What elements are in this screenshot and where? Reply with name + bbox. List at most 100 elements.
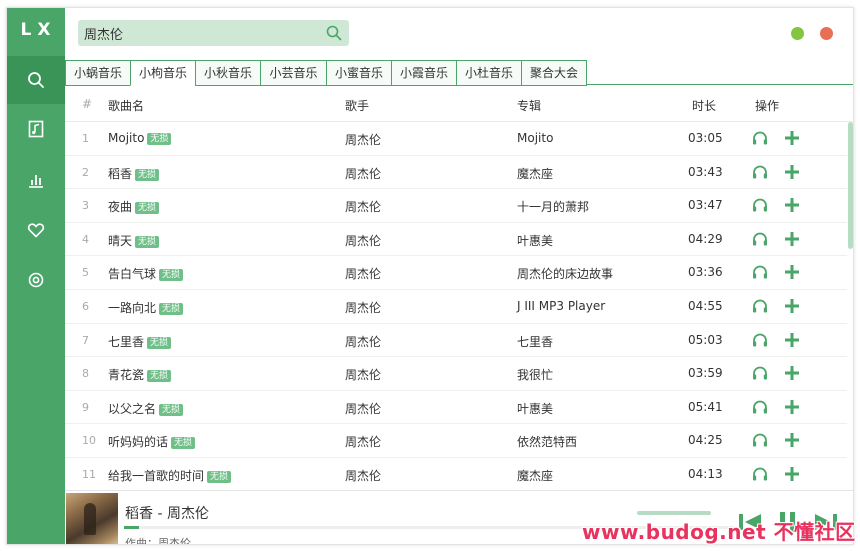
song-name: 一路向北 [108, 301, 157, 315]
headphones-icon[interactable] [751, 398, 769, 416]
tab-source-7[interactable]: 小杜音乐 [456, 60, 521, 86]
search-input[interactable] [82, 20, 318, 46]
volume-slider[interactable] [637, 511, 711, 515]
add-to-playlist-icon[interactable] [783, 129, 801, 147]
headphones-icon[interactable] [751, 163, 769, 181]
artist-name[interactable]: 周杰伦 [345, 366, 381, 383]
headphones-icon[interactable] [751, 364, 769, 382]
gear-icon [28, 272, 44, 288]
song-name: 以父之名 [108, 401, 157, 416]
sidebar-item-favorites[interactable] [7, 206, 65, 254]
song-list: 1 Mojito 无损 周杰伦 Mojito 03:05 2 稻香 无损 周杰伦 魔杰座 03:43 3… [65, 122, 847, 490]
artist-name[interactable]: 周杰伦 [345, 467, 381, 484]
table-row[interactable]: 4 晴天 无损 周杰伦 叶惠美 04:29 [65, 222, 847, 257]
headphones-icon[interactable] [751, 431, 769, 449]
artist-name[interactable]: 周杰伦 [345, 198, 381, 215]
table-row[interactable]: 9 以父之名 无损 周杰伦 叶惠美 05:41 [65, 391, 847, 425]
minimize-button[interactable] [791, 27, 804, 40]
album-name[interactable]: 魔杰座 [517, 467, 553, 484]
add-to-playlist-icon[interactable] [783, 398, 801, 416]
artist-name[interactable]: 周杰伦 [345, 433, 381, 450]
headphones-icon[interactable] [751, 465, 769, 483]
add-to-playlist-icon[interactable] [783, 465, 801, 483]
artist-name[interactable]: 周杰伦 [345, 333, 381, 350]
album-name[interactable]: 我很忙 [517, 366, 553, 383]
album-name[interactable]: Mojito [517, 131, 553, 145]
watermark: www.budog.net 不懂社区 [582, 520, 856, 544]
headphones-icon[interactable] [751, 196, 769, 214]
tab-source-8[interactable]: 聚合大会 [521, 60, 587, 86]
table-row[interactable]: 7 七里香 无损 周杰伦 七里香 05:03 [65, 324, 847, 358]
table-row[interactable]: 6 一路向北 无损 周杰伦 J III MP3 Player 04:55 [65, 290, 847, 324]
table-row[interactable]: 5 告白气球 无损 周杰伦 周杰伦的床边故事 03:36 [65, 256, 847, 290]
add-to-playlist-icon[interactable] [783, 297, 801, 315]
scrollbar-thumb[interactable] [848, 122, 853, 249]
search-button[interactable] [325, 24, 343, 42]
artist-name[interactable]: 周杰伦 [345, 232, 381, 249]
progress-fill [124, 526, 140, 529]
tab-source-6[interactable]: 小霞音乐 [391, 60, 456, 86]
table-row[interactable]: 2 稻香 无损 周杰伦 魔杰座 03:43 [65, 155, 847, 190]
artist-name[interactable]: 周杰伦 [345, 131, 381, 148]
album-name[interactable]: 周杰伦的床边故事 [517, 265, 613, 282]
add-to-playlist-icon[interactable] [783, 431, 801, 449]
lossless-badge: 无损 [207, 471, 232, 483]
lossless-badge: 无损 [135, 235, 160, 248]
tab-source-4[interactable]: 小芸音乐 [260, 60, 326, 86]
row-number: 5 [82, 266, 89, 280]
artist-name[interactable]: 周杰伦 [345, 299, 381, 316]
sidebar-item-charts[interactable] [7, 156, 65, 204]
album-name[interactable]: J III MP3 Player [517, 299, 605, 313]
album-name[interactable]: 叶惠美 [517, 232, 553, 249]
artist-name[interactable]: 周杰伦 [345, 265, 381, 282]
album-name[interactable]: 十一月的萧邦 [517, 198, 589, 215]
song-name: 听妈妈的话 [108, 435, 169, 450]
headphones-icon[interactable] [751, 297, 769, 315]
table-row[interactable]: 1 Mojito 无损 周杰伦 Mojito 03:05 [65, 122, 847, 156]
song-name-cell: 告白气球 无损 [108, 265, 184, 282]
add-to-playlist-icon[interactable] [783, 163, 801, 181]
table-row[interactable]: 3 夜曲 无损 周杰伦 十一月的萧邦 03:47 [65, 189, 847, 223]
add-to-playlist-icon[interactable] [783, 230, 801, 248]
tab-source-1[interactable]: 小蜗音乐 [65, 60, 130, 86]
tab-source-5[interactable]: 小蜜音乐 [326, 60, 391, 86]
tab-source-2[interactable]: 小枸音乐 [130, 60, 195, 86]
sidebar-item-search[interactable] [7, 56, 65, 104]
song-name-cell: 晴天 无损 [108, 232, 160, 249]
headphones-icon[interactable] [751, 230, 769, 248]
row-number: 3 [82, 199, 89, 213]
artist-name[interactable]: 周杰伦 [345, 400, 381, 417]
album-name[interactable]: 依然范特西 [517, 433, 577, 450]
add-to-playlist-icon[interactable] [783, 364, 801, 382]
album-name[interactable]: 叶惠美 [517, 400, 553, 417]
add-to-playlist-icon[interactable] [783, 263, 801, 281]
lossless-badge: 无损 [159, 269, 184, 282]
album-name[interactable]: 魔杰座 [517, 165, 553, 182]
table-row[interactable]: 8 青花瓷 无损 周杰伦 我很忙 03:59 [65, 357, 847, 391]
song-name-cell: Mojito 无损 [108, 131, 172, 145]
album-cover[interactable] [66, 493, 118, 544]
tab-source-3[interactable]: 小秋音乐 [195, 60, 260, 86]
song-duration: 03:43 [688, 164, 723, 179]
sidebar-item-playlist[interactable] [7, 105, 65, 153]
lossless-badge: 无损 [147, 336, 172, 349]
now-playing-title: 稻香 - 周杰伦 [125, 506, 209, 522]
add-to-playlist-icon[interactable] [783, 331, 801, 349]
headphones-icon[interactable] [751, 331, 769, 349]
artist-name[interactable]: 周杰伦 [345, 165, 381, 182]
close-button[interactable] [820, 27, 833, 40]
row-number: 1 [82, 132, 89, 145]
table-row[interactable]: 11 给我一首歌的时间 无损 周杰伦 魔杰座 04:13 [65, 458, 847, 490]
song-duration: 03:59 [688, 366, 723, 381]
table-row[interactable]: 10 听妈妈的话 无损 周杰伦 依然范特西 04:25 [65, 424, 847, 458]
song-name: 夜曲 [108, 200, 133, 215]
row-number: 10 [82, 434, 96, 448]
sidebar-item-settings[interactable] [7, 256, 65, 304]
headphones-icon[interactable] [751, 263, 769, 281]
lossless-badge: 无损 [147, 370, 172, 383]
headphones-icon[interactable] [751, 129, 769, 147]
song-name-cell: 稻香 无损 [108, 165, 160, 182]
album-name[interactable]: 七里香 [517, 333, 553, 350]
add-to-playlist-icon[interactable] [783, 196, 801, 214]
song-name: 七里香 [108, 334, 145, 349]
